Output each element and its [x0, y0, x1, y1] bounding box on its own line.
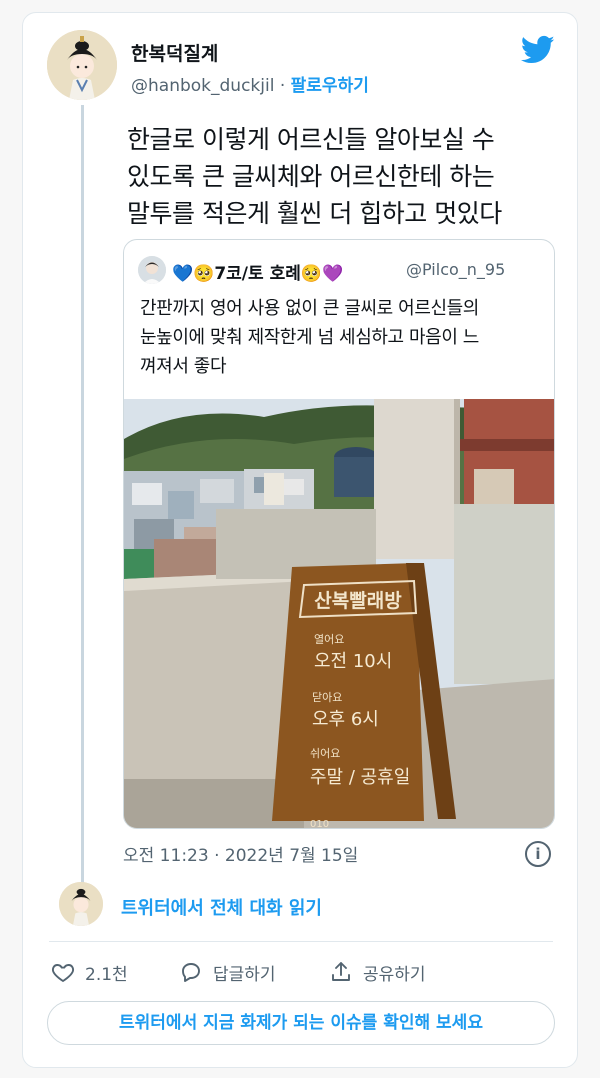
- info-icon[interactable]: i: [525, 841, 551, 867]
- like-button[interactable]: 2.1천: [51, 957, 128, 987]
- quote-author-name[interactable]: 💙🥺7코/토 호례🥺💜: [172, 259, 343, 284]
- sign-row-value: 오후 6시: [312, 709, 379, 730]
- tweet-line: 한글로 이렇게 어르신들 알아보실 수: [127, 125, 495, 154]
- follow-button[interactable]: 팔로우하기: [291, 76, 369, 96]
- quote-header: 💙🥺7코/토 호례🥺💜 @Pilco_n_95: [138, 256, 548, 286]
- sign-row-value: 오전 10시: [314, 651, 392, 672]
- quote-photo[interactable]: 산복빨래방 열어요 오전 10시 닫아요 오후 6시 쉬어요 주말 / 공휴일 …: [124, 399, 554, 829]
- quote-avatar[interactable]: [138, 256, 166, 284]
- share-label: 공유하기: [363, 964, 426, 985]
- reply-button[interactable]: 답글하기: [179, 957, 276, 987]
- twitter-bird-icon[interactable]: [521, 35, 555, 65]
- quote-text: 간판까지 영어 사용 없이 큰 글씨로 어르신들의 눈높이에 맞춰 제작한게 넘…: [140, 294, 550, 381]
- explore-trends-button[interactable]: 트위터에서 지금 화제가 되는 이슈를 확인해 보세요: [47, 1001, 555, 1045]
- divider: [49, 941, 553, 942]
- quote-line: 간판까지 영어 사용 없이 큰 글씨로 어르신들의: [140, 298, 479, 319]
- handle-separator: ·: [279, 76, 286, 96]
- heart-icon: [51, 964, 75, 983]
- like-count: 2.1천: [85, 964, 128, 985]
- share-icon: [332, 962, 350, 981]
- reply-label: 답글하기: [213, 964, 276, 985]
- quote-line: 껴져서 좋다: [140, 356, 227, 377]
- speech-bubble-icon: [182, 963, 200, 982]
- sign-footer: 010: [310, 819, 329, 829]
- quote-author-handle[interactable]: @Pilco_n_95: [406, 260, 505, 279]
- action-bar: 2.1천 답글하기 공유하기: [49, 957, 559, 987]
- tweet-timestamp[interactable]: 오전 11:23 · 2022년 7월 15일: [123, 841, 358, 866]
- author-handle-row: @hanbok_duckjil · 팔로우하기: [131, 71, 369, 96]
- author-avatar[interactable]: [47, 30, 117, 100]
- sign-row-value: 주말 / 공휴일: [310, 767, 410, 788]
- tweet-card: 한복덕질계 @hanbok_duckjil · 팔로우하기 한글로 이렇게 어르…: [22, 12, 578, 1068]
- read-conversation-link[interactable]: 트위터에서 전체 대화 읽기: [121, 894, 322, 920]
- sign-row-label: 닫아요: [312, 691, 342, 704]
- author-avatar-small[interactable]: [59, 882, 103, 926]
- quote-line: 눈높이에 맞춰 제작한게 넘 세심하고 마음이 느: [140, 327, 479, 348]
- tweet-line: 말투를 적은게 훨씬 더 힙하고 멋있다: [127, 199, 502, 228]
- author-name[interactable]: 한복덕질계: [131, 39, 218, 66]
- sign-title: 산복빨래방: [314, 590, 402, 612]
- sign-row-label: 쉬어요: [310, 747, 340, 760]
- thread-line: [81, 105, 84, 885]
- share-button[interactable]: 공유하기: [329, 957, 426, 987]
- author-handle[interactable]: @hanbok_duckjil: [131, 76, 274, 96]
- sign-row-label: 열어요: [314, 633, 344, 646]
- quoted-tweet[interactable]: 💙🥺7코/토 호례🥺💜 @Pilco_n_95 간판까지 영어 사용 없이 큰 …: [123, 239, 555, 829]
- tweet-text: 한글로 이렇게 어르신들 알아보실 수 있도록 큰 글씨체와 어르신한테 하는 …: [127, 121, 557, 232]
- tweet-line: 있도록 큰 글씨체와 어르신한테 하는: [127, 162, 495, 191]
